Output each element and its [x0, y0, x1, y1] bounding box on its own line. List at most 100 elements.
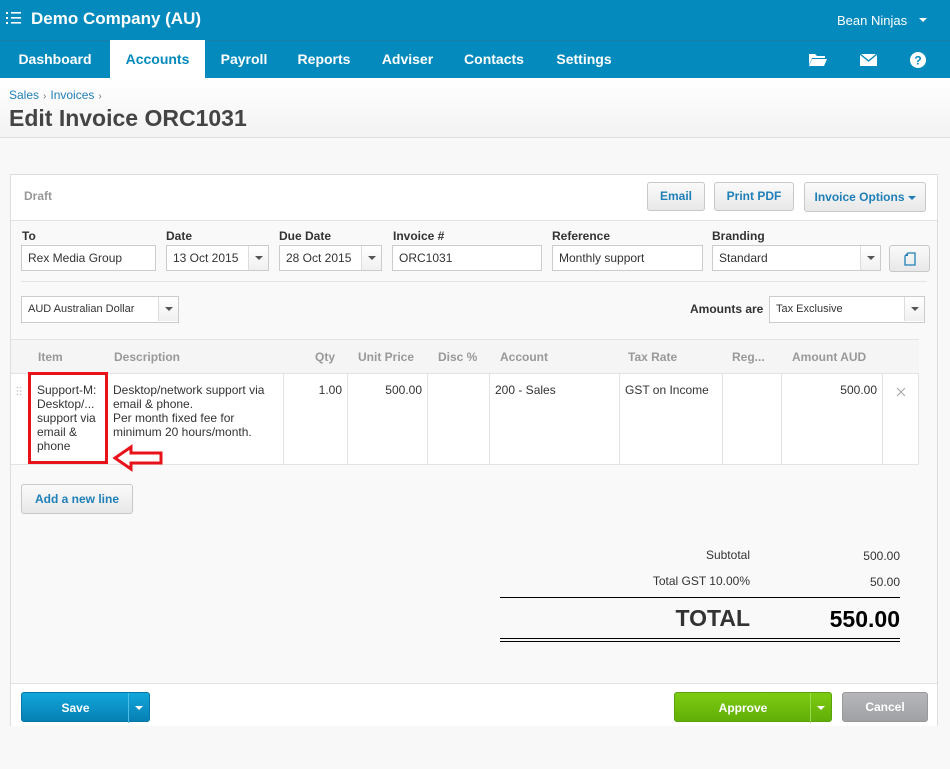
amounts-are-select[interactable]: Tax Exclusive: [769, 296, 925, 323]
currency-select[interactable]: AUD Australian Dollar: [21, 296, 179, 323]
save-options-caret[interactable]: [128, 693, 149, 723]
reference-input[interactable]: Monthly support: [552, 245, 703, 271]
invoice-options-label: Invoice Options: [814, 190, 905, 204]
description-line: Per month fixed fee for minimum 20 hours…: [113, 411, 252, 439]
nav-payroll[interactable]: Payroll: [205, 40, 283, 79]
save-split-button: Save: [21, 692, 150, 723]
currency-value: AUD Australian Dollar: [28, 303, 135, 315]
folder-icon[interactable]: [808, 51, 828, 69]
column-tax-rate: Tax Rate: [628, 350, 678, 364]
column-qty: Qty: [315, 350, 336, 364]
date-value: 13 Oct 2015: [173, 251, 239, 265]
total-divider: [500, 597, 900, 598]
column-amount: Amount AUD: [792, 350, 867, 364]
invoice-panel-header: Draft Email Print PDF Invoice Options: [11, 175, 937, 221]
invoice-number-input[interactable]: ORC1031: [392, 245, 542, 271]
page-header: Sales › Invoices › Edit Invoice ORC1031: [0, 78, 950, 138]
breadcrumb: Sales › Invoices ›: [9, 88, 106, 102]
discount-cell[interactable]: [428, 374, 490, 464]
breadcrumb-separator: ›: [43, 91, 47, 102]
main-nav: Dashboard Accounts Payroll Reports Advis…: [0, 40, 950, 79]
breadcrumb-invoices[interactable]: Invoices: [50, 88, 94, 102]
nav-settings[interactable]: Settings: [538, 40, 630, 79]
gst-value: 50.00: [869, 575, 900, 589]
region-cell[interactable]: [723, 374, 782, 464]
reference-label: Reference: [552, 229, 611, 243]
column-discount: Disc %: [438, 350, 478, 364]
drag-handle-icon[interactable]: [16, 386, 22, 396]
due-date-input[interactable]: 28 Oct 2015: [279, 245, 382, 271]
gst-label: Total GST 10.00%: [652, 574, 750, 588]
branding-label: Branding: [712, 229, 765, 243]
to-input[interactable]: Rex Media Group: [21, 245, 156, 271]
date-input[interactable]: 13 Oct 2015: [166, 245, 269, 271]
approve-split-button: Approve: [674, 692, 832, 723]
invoice-footer: Save Approve Cancel: [11, 683, 937, 726]
caret-down-icon: [907, 195, 916, 200]
nav-adviser[interactable]: Adviser: [365, 40, 450, 79]
page-title: Edit Invoice ORC1031: [9, 105, 247, 131]
add-new-line-button[interactable]: Add a new line: [21, 484, 133, 514]
nav-contacts[interactable]: Contacts: [450, 40, 538, 79]
nav-dashboard[interactable]: Dashboard: [0, 40, 110, 79]
description-line: Desktop/network support via email & phon…: [113, 383, 265, 411]
organisation-name[interactable]: Demo Company (AU): [31, 9, 201, 29]
email-button[interactable]: Email: [647, 182, 705, 211]
column-account: Account: [500, 350, 548, 364]
breadcrumb-sales[interactable]: Sales: [9, 88, 39, 102]
caret-down-icon[interactable]: [919, 18, 927, 22]
subtotal-value: 500.00: [863, 549, 900, 563]
branding-select[interactable]: Standard: [712, 245, 881, 271]
invoice-options-button[interactable]: Invoice Options: [804, 182, 926, 212]
date-picker-toggle[interactable]: [248, 246, 268, 270]
amount-cell[interactable]: 500.00: [782, 374, 883, 464]
branding-value: Standard: [719, 251, 768, 265]
table-header: Item Description Qty Unit Price Disc % A…: [11, 339, 919, 374]
column-unit-price: Unit Price: [358, 350, 415, 364]
nav-accounts[interactable]: Accounts: [110, 40, 205, 79]
date-label: Date: [166, 229, 193, 243]
amounts-are-dropdown-toggle[interactable]: [904, 297, 924, 321]
annotation-highlight-box: [28, 372, 108, 464]
breadcrumb-separator: ›: [98, 91, 102, 102]
total-value: 550.00: [829, 606, 900, 632]
unit-price-cell[interactable]: 500.00: [348, 374, 428, 464]
tax-rate-cell[interactable]: GST on Income: [620, 374, 723, 464]
mail-icon[interactable]: [859, 51, 879, 69]
total-double-rule: [500, 638, 900, 639]
annotation-arrow-icon: [112, 444, 163, 472]
divider: [21, 281, 927, 282]
nav-reports[interactable]: Reports: [283, 40, 365, 79]
subtotal-label: Subtotal: [705, 548, 750, 562]
total-double-rule: [500, 641, 900, 642]
list-menu-icon[interactable]: [6, 11, 22, 25]
due-date-picker-toggle[interactable]: [361, 246, 381, 270]
user-menu[interactable]: Bean Ninjas: [837, 13, 907, 28]
preview-button[interactable]: [889, 245, 930, 272]
approve-options-caret[interactable]: [810, 693, 831, 723]
due-date-label: Due Date: [279, 229, 332, 243]
branding-dropdown-toggle[interactable]: [860, 246, 880, 270]
invoice-number-label: Invoice #: [393, 229, 445, 243]
print-pdf-button[interactable]: Print PDF: [714, 182, 794, 211]
close-icon[interactable]: [896, 387, 906, 397]
top-bar: Demo Company (AU) Bean Ninjas: [0, 0, 950, 40]
svg-text:?: ?: [914, 54, 921, 68]
amounts-are-label: Amounts are: [690, 302, 764, 316]
amounts-are-value: Tax Exclusive: [776, 303, 843, 315]
status-badge: Draft: [24, 189, 53, 203]
column-region: Reg...: [732, 350, 765, 364]
total-label: TOTAL: [675, 605, 750, 631]
cancel-button[interactable]: Cancel: [842, 692, 928, 722]
approve-button[interactable]: Approve: [675, 693, 811, 723]
column-item: Item: [38, 350, 63, 364]
help-icon[interactable]: ?: [908, 51, 928, 69]
save-button[interactable]: Save: [22, 693, 129, 723]
to-label: To: [22, 229, 36, 243]
currency-dropdown-toggle[interactable]: [158, 297, 178, 321]
due-date-value: 28 Oct 2015: [286, 251, 352, 265]
qty-cell[interactable]: 1.00: [284, 374, 348, 464]
document-icon: [904, 252, 916, 266]
column-description: Description: [114, 350, 181, 364]
account-cell[interactable]: 200 - Sales: [490, 374, 620, 464]
